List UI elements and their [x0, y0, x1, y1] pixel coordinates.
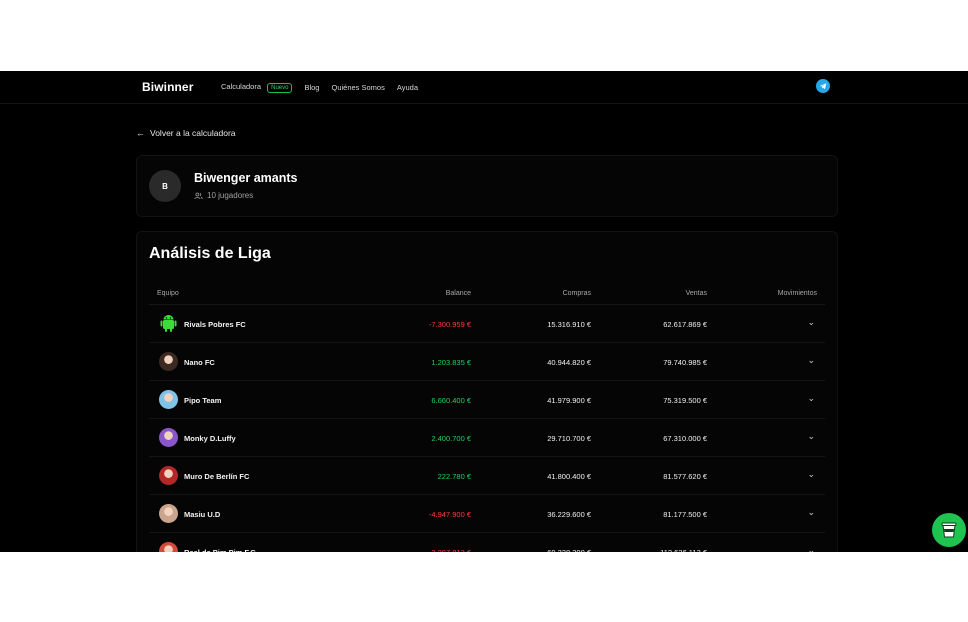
compras-value: 29.710.700 €: [547, 434, 591, 443]
ventas-value: 79.740.985 €: [663, 358, 707, 367]
table-row[interactable]: Real de Pim Pim F.C -3.297.813 € 69.328.30…: [149, 533, 825, 552]
back-link-label: Volver a la calculadora: [150, 128, 236, 138]
buy-me-a-coffee-button[interactable]: [932, 513, 966, 547]
table-header: Equipo Balance Compras Ventas Movimiento…: [149, 284, 825, 305]
team-avatar-icon: [159, 352, 178, 371]
balance-value: -3.297.813 €: [429, 548, 471, 552]
chevron-down-icon[interactable]: ⌄: [807, 317, 815, 328]
table-row[interactable]: Nano FC 1.203.835 € 40.944.820 € 79.740.985…: [149, 343, 825, 381]
team-avatar-icon: [159, 428, 178, 447]
compras-value: 15.316.910 €: [547, 320, 591, 329]
users-icon: [194, 192, 203, 199]
league-analysis-card: Análisis de Liga Equipo Balance Compras …: [136, 231, 838, 552]
telegram-icon[interactable]: [816, 79, 830, 93]
nav-calculadora[interactable]: Calculadora Nuevo: [221, 82, 293, 93]
league-card: B Biwenger amants 10 jugadores: [136, 155, 838, 217]
team-avatar-icon: [159, 504, 178, 523]
ventas-value: 81.177.500 €: [663, 510, 707, 519]
table-row[interactable]: Rivals Pobres FC -7.300.959 € 15.316.910 €…: [149, 305, 825, 343]
league-name: Biwenger amants: [194, 171, 298, 185]
team-name: Nano FC: [184, 358, 215, 367]
ventas-value: 112.626.113 €: [660, 548, 707, 552]
analysis-table: Equipo Balance Compras Ventas Movimiento…: [149, 284, 825, 552]
column-equipo: Equipo: [157, 290, 179, 297]
balance-value: 1.203.835 €: [431, 358, 471, 367]
team-avatar-icon: [159, 390, 178, 409]
team-name: Real de Pim Pim F.C: [184, 548, 256, 552]
compras-value: 41.800.400 €: [547, 472, 591, 481]
column-compras: Compras: [562, 290, 591, 297]
chevron-down-icon[interactable]: ⌄: [807, 469, 815, 480]
league-avatar: B: [149, 170, 181, 202]
team-name: Pipo Team: [184, 396, 222, 405]
table-row[interactable]: Masiu U.D -4.947.900 € 36.229.600 € 81.177.…: [149, 495, 825, 533]
main-nav: Calculadora Nuevo Blog Quiénes Somos Ayu…: [221, 82, 430, 93]
app-screen: Biwinner Calculadora Nuevo Blog Quiénes …: [0, 71, 968, 552]
column-balance: Balance: [445, 290, 471, 297]
team-name: Monky D.Luffy: [184, 434, 236, 443]
compras-value: 69.328.300 €: [547, 548, 591, 552]
compras-value: 40.944.820 €: [547, 358, 591, 367]
nav-quienes-somos[interactable]: Quiénes Somos: [331, 83, 384, 92]
team-avatar-icon: [159, 314, 178, 333]
table-row[interactable]: Monky D.Luffy 2.400.700 € 29.710.700 € 67.3…: [149, 419, 825, 457]
nav-ayuda[interactable]: Ayuda: [397, 83, 418, 92]
nav-blog[interactable]: Blog: [304, 83, 319, 92]
brand-logo[interactable]: Biwinner: [142, 80, 193, 94]
chevron-down-icon[interactable]: ⌄: [807, 393, 815, 404]
table-body: Rivals Pobres FC -7.300.959 € 15.316.910 €…: [149, 305, 825, 552]
top-navbar: Biwinner Calculadora Nuevo Blog Quiénes …: [0, 71, 968, 104]
team-avatar-icon: [159, 542, 178, 552]
team-name: Rivals Pobres FC: [184, 320, 246, 329]
balance-value: 222.780 €: [437, 472, 471, 481]
balance-value: -4.947.900 €: [428, 510, 471, 519]
coffee-cup-icon: [941, 522, 957, 538]
balance-value: 6.660.400 €: [431, 396, 471, 405]
table-row[interactable]: Pipo Team 6.660.400 € 41.979.900 € 75.319.5…: [149, 381, 825, 419]
balance-value: -7.300.959 €: [428, 320, 471, 329]
back-to-calculator-link[interactable]: ← Volver a la calculadora: [136, 128, 236, 138]
ventas-value: 81.577.620 €: [663, 472, 707, 481]
new-badge: Nuevo: [267, 83, 293, 93]
chevron-down-icon[interactable]: ⌄: [807, 355, 815, 366]
players-count-label: 10 jugadores: [207, 191, 254, 200]
team-name: Muro De Berlín FC: [184, 472, 250, 481]
table-row[interactable]: Muro De Berlín FC 222.780 € 41.800.400 € 81…: [149, 457, 825, 495]
nav-calculadora-label: Calculadora: [221, 82, 262, 91]
column-ventas: Ventas: [685, 290, 707, 297]
ventas-value: 67.310.000 €: [663, 434, 707, 443]
team-name: Masiu U.D: [184, 510, 221, 519]
balance-value: 2.400.700 €: [431, 434, 471, 443]
column-movimientos: Movimientos: [777, 290, 817, 297]
chevron-down-icon[interactable]: ⌄: [807, 507, 815, 518]
compras-value: 41.979.900 €: [547, 396, 591, 405]
analysis-title: Análisis de Liga: [149, 245, 271, 262]
ventas-value: 75.319.500 €: [663, 396, 707, 405]
arrow-left-icon: ←: [136, 128, 145, 138]
chevron-down-icon[interactable]: ⌄: [807, 431, 815, 442]
team-avatar-icon: [159, 466, 178, 485]
ventas-value: 62.617.869 €: [663, 320, 707, 329]
players-count: 10 jugadores: [194, 191, 253, 200]
chevron-down-icon[interactable]: ⌄: [807, 545, 815, 552]
compras-value: 36.229.600 €: [547, 510, 591, 519]
